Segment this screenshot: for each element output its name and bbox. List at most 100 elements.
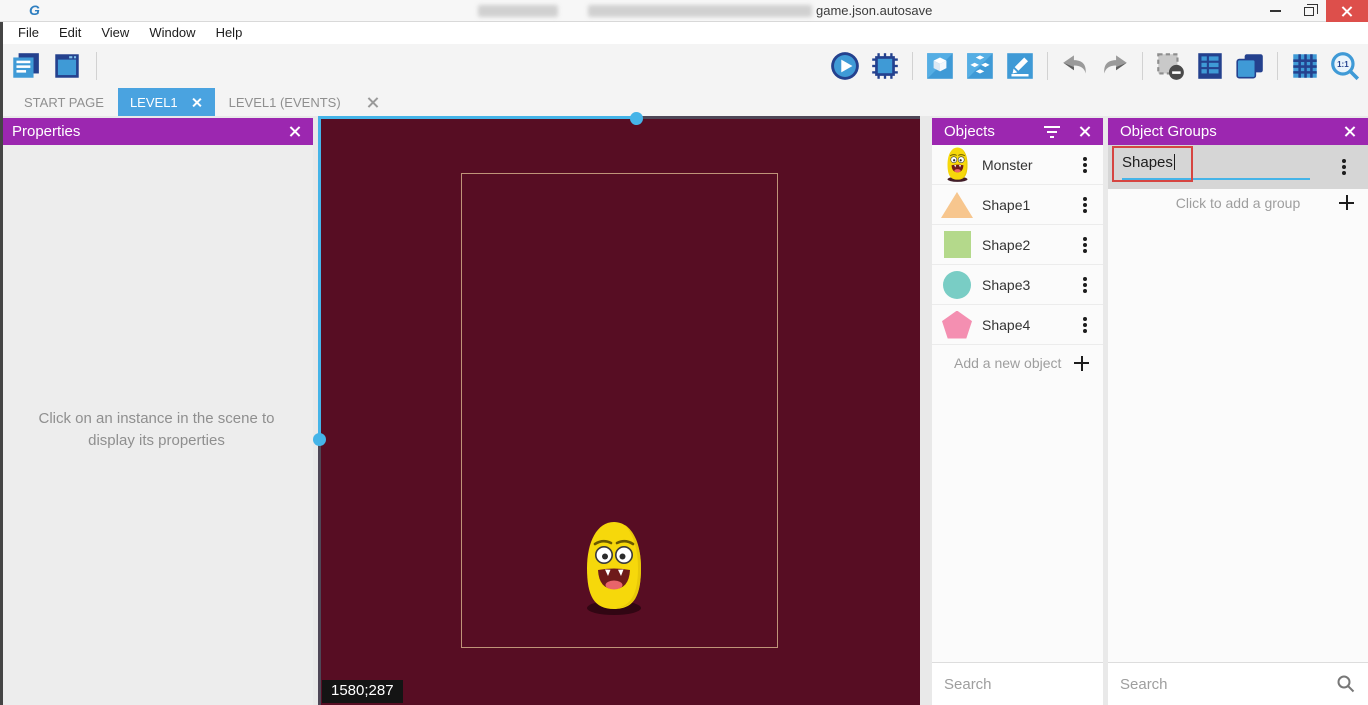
restore-button[interactable] <box>1292 0 1326 22</box>
monster-thumbnail-icon <box>932 146 982 183</box>
object-name: Shape2 <box>982 237 1083 253</box>
tab-close-icon[interactable] <box>192 97 203 108</box>
properties-panel: Properties Click on an instance in the s… <box>0 118 313 705</box>
play-button[interactable] <box>828 49 862 83</box>
object-row-shape2[interactable]: Shape2 <box>932 225 1103 265</box>
title-bar: G game.json.autosave <box>0 0 1368 22</box>
object-row-shape1[interactable]: Shape1 <box>932 185 1103 225</box>
menu-item-help[interactable]: Help <box>206 22 253 44</box>
scene-border-left <box>318 440 321 705</box>
groups-search-bar <box>1108 662 1368 705</box>
plus-icon <box>1339 195 1354 210</box>
minimize-icon <box>1270 10 1281 12</box>
grid-button[interactable] <box>1288 49 1322 83</box>
object-menu-icon[interactable] <box>1083 243 1087 247</box>
start-page-icon <box>51 50 83 82</box>
menu-item-view[interactable]: View <box>91 22 139 44</box>
objects-panel-header: Objects <box>932 118 1103 145</box>
tab-label: START PAGE <box>24 95 104 110</box>
menu-bar: File Edit View Window Help <box>0 22 1368 44</box>
object-groups-panel: Object Groups Shapes Click to add a grou… <box>1108 118 1368 705</box>
add-object-label: Add a new object <box>954 355 1074 371</box>
close-panel-icon[interactable] <box>1078 125 1091 138</box>
objects-panel: Objects Monster Shape1 Shape2 Shape3 Sha… <box>932 118 1103 705</box>
delete-instances-button[interactable] <box>1153 49 1187 83</box>
group-menu-icon[interactable] <box>1342 165 1346 169</box>
toolbar-separator <box>912 52 913 80</box>
scene-border-top <box>637 116 920 119</box>
object-name: Shape3 <box>982 277 1083 293</box>
objects-panel-title: Objects <box>944 123 995 140</box>
tab-label: LEVEL1 (EVENTS) <box>229 95 341 110</box>
tab-level1-events-close[interactable] <box>355 88 392 116</box>
object-row-shape4[interactable]: Shape4 <box>932 305 1103 345</box>
selection-handle-left[interactable] <box>313 433 326 446</box>
add-group-row[interactable]: Click to add a group <box>1108 189 1368 217</box>
delete-instances-icon <box>1154 50 1186 82</box>
edit-scene-button[interactable] <box>1003 49 1037 83</box>
tab-start-page[interactable]: START PAGE <box>10 88 118 116</box>
object-row-monster[interactable]: Monster <box>932 145 1103 185</box>
add-group-hint: Click to add a group <box>1176 195 1301 211</box>
search-icon <box>1336 674 1356 694</box>
project-manager-icon <box>9 50 41 82</box>
toolbar: 1:1 <box>0 44 1368 88</box>
menu-item-window[interactable]: Window <box>139 22 205 44</box>
instances-icon <box>964 50 996 82</box>
tab-level1-events[interactable]: LEVEL1 (EVENTS) <box>215 88 355 116</box>
properties-empty-message: Click on an instance in the scene to dis… <box>0 408 313 452</box>
object-menu-icon[interactable] <box>1083 283 1087 287</box>
layers-button[interactable] <box>1233 49 1267 83</box>
gdevelop-logo-icon: G <box>26 2 43 19</box>
svg-text:1:1: 1:1 <box>1337 60 1349 69</box>
debug-icon <box>869 50 901 82</box>
play-icon <box>829 50 861 82</box>
window-title: game.json.autosave <box>816 3 932 18</box>
selection-border-top <box>318 116 637 119</box>
group-name-edit-row: Shapes <box>1108 145 1368 189</box>
menu-item-edit[interactable]: Edit <box>49 22 91 44</box>
object-groups-panel-header: Object Groups <box>1108 118 1368 145</box>
cursor-coordinates: 1580;287 <box>322 680 403 703</box>
scene-canvas[interactable]: 1580;287 <box>318 116 920 705</box>
square-thumbnail-icon <box>932 231 982 258</box>
objects-search-bar <box>932 662 1103 705</box>
pentagon-thumbnail-icon <box>932 311 982 339</box>
tab-bar: START PAGE LEVEL1 LEVEL1 (EVENTS) <box>0 88 1368 116</box>
object-name: Shape4 <box>982 317 1083 333</box>
zoom-1-1-button[interactable]: 1:1 <box>1328 49 1362 83</box>
toolbar-separator <box>1277 52 1278 80</box>
project-manager-button[interactable] <box>8 49 42 83</box>
objects-list-button[interactable] <box>1193 49 1227 83</box>
triangle-thumbnail-icon <box>932 192 982 218</box>
add-object-row[interactable]: Add a new object <box>932 345 1103 381</box>
debug-button[interactable] <box>868 49 902 83</box>
object-name: Monster <box>982 157 1083 173</box>
selection-handle-top[interactable] <box>630 112 643 125</box>
redacted-path-segment <box>478 5 558 17</box>
object-groups-panel-title: Object Groups <box>1120 123 1217 140</box>
instances-button[interactable] <box>963 49 997 83</box>
restore-icon <box>1304 7 1314 16</box>
minimize-button[interactable] <box>1258 0 1292 22</box>
close-button[interactable] <box>1326 0 1368 22</box>
groups-search-input[interactable] <box>1120 676 1336 693</box>
properties-panel-title: Properties <box>12 123 80 140</box>
start-page-button[interactable] <box>50 49 84 83</box>
add-object-button[interactable] <box>923 49 957 83</box>
close-panel-icon[interactable] <box>1343 125 1356 138</box>
filter-icon[interactable] <box>1044 126 1060 138</box>
annotation-highlight-box <box>1112 146 1193 182</box>
undo-button[interactable] <box>1058 49 1092 83</box>
redo-button[interactable] <box>1098 49 1132 83</box>
object-menu-icon[interactable] <box>1083 323 1087 327</box>
object-name: Shape1 <box>982 197 1083 213</box>
close-panel-icon[interactable] <box>288 125 301 138</box>
tab-close-icon <box>367 96 380 109</box>
monster-instance[interactable] <box>581 518 647 623</box>
tab-level1[interactable]: LEVEL1 <box>118 88 215 116</box>
object-menu-icon[interactable] <box>1083 163 1087 167</box>
object-menu-icon[interactable] <box>1083 203 1087 207</box>
menu-item-file[interactable]: File <box>8 22 49 44</box>
object-row-shape3[interactable]: Shape3 <box>932 265 1103 305</box>
